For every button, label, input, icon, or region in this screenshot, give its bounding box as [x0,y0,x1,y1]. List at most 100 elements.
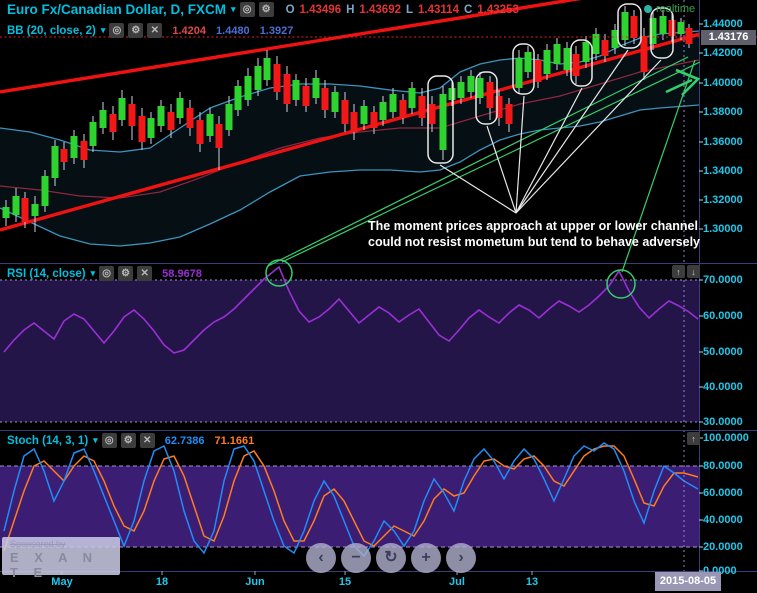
bb-close-icon[interactable]: ✕ [147,23,163,38]
candle [524,52,532,72]
rsi-gear-icon[interactable]: ⚙ [118,266,134,281]
sponsor-box[interactable]: Sponsored by E X A N T E [2,537,120,580]
rsi-minimize-button[interactable]: ↓ [687,265,700,278]
pan-left-button[interactable]: ‹ [306,543,336,573]
candle [448,88,456,100]
candle [312,78,320,98]
candle [321,88,329,110]
price-axis-label: 1.38000 [703,106,743,118]
candle [196,120,204,144]
stoch-axis-label: 60.0000 [703,487,743,499]
stoch-axis-label: 20.0000 [703,541,743,553]
candle [543,50,551,74]
candle [128,104,136,126]
price-axis-label: 1.36000 [703,136,743,148]
realtime-status: realtime [644,3,695,15]
time-axis-label: 15 [338,576,352,588]
candle [273,64,281,92]
stoch-k-value: 62.7386 [164,434,205,447]
candle [60,149,68,162]
fan-annotation-line [439,164,517,214]
candle [292,80,300,100]
candle [109,114,117,132]
candle [630,16,638,38]
rsi-axis-label: 30.0000 [703,416,743,428]
rsi-axis-label: 40.0000 [703,381,743,393]
bb-gear-icon[interactable]: ⚙ [128,23,144,38]
ohlc-value: 1.43496 [299,3,342,16]
rsi-maximize-button[interactable]: ↑ [672,265,685,278]
realtime-dot-icon [644,5,652,13]
candle [263,58,271,80]
symbol-header: Euro Fx/Canadian Dollar, D, FXCM ▾ ◎ ⚙ O… [7,2,519,17]
sponsor-brand: E X A N T E [10,550,98,580]
stoch-header: Stoch (14, 3, 1) ▾ ◎ ⚙ ✕ 62.7386 71.1661 [7,433,254,448]
rsi-axis-label: 50.0000 [703,346,743,358]
rsi-axis-label: 70.0000 [703,274,743,286]
rsi-axis-label: 60.0000 [703,310,743,322]
time-axis-label: 13 [525,576,539,588]
bb-eye-icon[interactable]: ◎ [109,23,125,38]
candle [89,122,97,146]
candle [563,48,571,70]
candle [244,76,252,100]
stoch-close-icon[interactable]: ✕ [139,433,155,448]
stoch-maximize-button[interactable]: ↑ [687,432,700,445]
candle [254,66,262,90]
candle [331,92,339,112]
candle [668,20,676,36]
candle [621,12,629,40]
price-axis-label: 1.34000 [703,165,743,177]
rsi-caret-icon[interactable]: ▾ [91,268,96,279]
candle [147,118,155,138]
price-axis-label: 1.42000 [703,47,743,59]
candle [70,136,78,158]
candle [31,204,39,216]
bb-lower-value: 1.3927 [259,24,294,37]
ohlc-key: O [285,3,295,16]
reset-button[interactable]: ↻ [376,543,406,573]
rsi-eye-icon[interactable]: ◎ [99,266,115,281]
chart-annotation-text: The moment prices approach at upper or l… [368,218,708,250]
trading-chart-app: Euro Fx/Canadian Dollar, D, FXCM ▾ ◎ ⚙ O… [0,0,757,593]
ohlc-value: 1.43253 [477,3,519,16]
stoch-label: Stoch (14, 3, 1) [7,434,89,447]
eye-icon[interactable]: ◎ [239,2,255,17]
candle [685,28,693,44]
chart-canvas[interactable] [0,0,757,593]
candle [572,54,580,76]
last-price-badge: 1.43176 [701,30,756,45]
stoch-caret-icon[interactable]: ▾ [93,435,98,446]
candle [582,42,590,62]
gear-icon[interactable]: ⚙ [258,2,274,17]
candle [51,146,59,178]
time-axis-label: Jun [245,576,265,588]
stoch-eye-icon[interactable]: ◎ [101,433,117,448]
candle [553,44,561,64]
candle [225,104,233,130]
symbol-caret-icon[interactable]: ▾ [231,4,236,15]
candle [157,106,165,126]
pan-right-button[interactable]: › [446,543,476,573]
candle [41,176,49,206]
candle [457,82,465,98]
price-axis-label: 1.32000 [703,194,743,206]
candle [176,98,184,118]
time-axis-label: 18 [155,576,169,588]
candle [505,104,513,124]
price-axis-label: 1.30000 [703,223,743,235]
stoch-gear-icon[interactable]: ⚙ [120,433,136,448]
candle [467,76,475,92]
zoom-in-button[interactable]: + [411,543,441,573]
rsi-value: 58.9678 [162,267,202,280]
candle [215,124,223,148]
rsi-close-icon[interactable]: ✕ [137,266,153,281]
candle [138,116,146,142]
bb-caret-icon[interactable]: ▾ [101,25,106,36]
price-axis-label: 1.44000 [703,18,743,30]
candle [118,98,126,120]
candle [12,196,20,215]
annotation-line-1: The moment prices approach at upper or l… [368,219,698,233]
zoom-out-button[interactable]: − [341,543,371,573]
candle [167,112,175,130]
